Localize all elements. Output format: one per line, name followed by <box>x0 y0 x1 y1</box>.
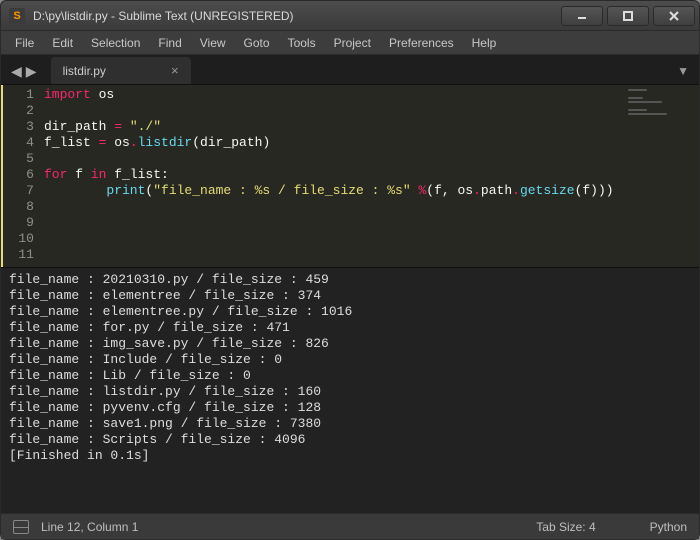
window-title: D:\py\listdir.py - Sublime Text (UNREGIS… <box>33 9 294 23</box>
line-number: 1 <box>3 87 34 103</box>
tab-nav: ◀ ▶ <box>5 63 45 84</box>
nav-back-icon[interactable]: ◀ <box>9 63 24 80</box>
line-number: 4 <box>3 135 34 151</box>
gutter: 1234567891011 <box>1 85 44 267</box>
output-line: file_name : elementree / file_size : 374 <box>9 288 691 304</box>
output-line: file_name : img_save.py / file_size : 82… <box>9 336 691 352</box>
app-icon-letter: S <box>13 10 20 22</box>
tabs-dropdown-icon[interactable]: ▼ <box>677 64 699 84</box>
line-number: 8 <box>3 199 34 215</box>
code-line[interactable] <box>44 103 614 119</box>
menu-find[interactable]: Find <box>150 34 189 52</box>
output-line: file_name : listdir.py / file_size : 160 <box>9 384 691 400</box>
menu-edit[interactable]: Edit <box>44 34 81 52</box>
output-line: file_name : Include / file_size : 0 <box>9 352 691 368</box>
output-line: file_name : elementree.py / file_size : … <box>9 304 691 320</box>
maximize-icon <box>622 10 634 22</box>
line-number: 5 <box>3 151 34 167</box>
code-area[interactable]: import os dir_path = "./"f_list = os.list… <box>44 85 622 267</box>
line-number: 6 <box>3 167 34 183</box>
menu-selection[interactable]: Selection <box>83 34 148 52</box>
output-line: file_name : for.py / file_size : 471 <box>9 320 691 336</box>
nav-forward-icon[interactable]: ▶ <box>24 63 39 80</box>
close-icon <box>668 10 680 22</box>
menu-project[interactable]: Project <box>326 34 379 52</box>
minimap[interactable] <box>622 85 699 267</box>
editor[interactable]: 1234567891011 import os dir_path = "./"f_… <box>1 85 699 267</box>
code-line[interactable] <box>44 151 614 167</box>
code-line[interactable] <box>44 199 614 215</box>
app-icon: S <box>9 8 25 24</box>
menu-tools[interactable]: Tools <box>280 34 324 52</box>
code-line[interactable] <box>44 231 614 247</box>
line-number: 7 <box>3 183 34 199</box>
tab-close-icon[interactable]: × <box>171 63 179 78</box>
line-number: 9 <box>3 215 34 231</box>
code-line[interactable]: f_list = os.listdir(dir_path) <box>44 135 614 151</box>
menu-goto[interactable]: Goto <box>236 34 278 52</box>
code-line[interactable] <box>44 215 614 231</box>
status-cursor[interactable]: Line 12, Column 1 <box>41 520 138 534</box>
tab-listdir[interactable]: listdir.py × <box>51 57 191 84</box>
panel-switcher-icon[interactable] <box>13 520 29 534</box>
output-panel[interactable]: file_name : 20210310.py / file_size : 45… <box>1 267 699 513</box>
maximize-button[interactable] <box>607 6 649 26</box>
status-indent[interactable]: Tab Size: 4 <box>536 520 595 534</box>
menu-help[interactable]: Help <box>464 34 505 52</box>
tab-label: listdir.py <box>63 64 106 78</box>
line-number: 3 <box>3 119 34 135</box>
titlebar[interactable]: S D:\py\listdir.py - Sublime Text (UNREG… <box>1 1 699 31</box>
line-number: 10 <box>3 231 34 247</box>
tab-row: ◀ ▶ listdir.py × ▼ <box>1 55 699 85</box>
code-line[interactable]: for f in f_list: <box>44 167 614 183</box>
close-button[interactable] <box>653 6 695 26</box>
minimize-button[interactable] <box>561 6 603 26</box>
line-number: 11 <box>3 247 34 263</box>
code-line[interactable] <box>44 247 614 263</box>
output-line: file_name : save1.png / file_size : 7380 <box>9 416 691 432</box>
statusbar: Line 12, Column 1 Tab Size: 4 Python <box>1 513 699 539</box>
code-line[interactable]: import os <box>44 87 614 103</box>
status-syntax[interactable]: Python <box>650 520 687 534</box>
menu-preferences[interactable]: Preferences <box>381 34 462 52</box>
minimize-icon <box>576 10 588 22</box>
code-line[interactable]: dir_path = "./" <box>44 119 614 135</box>
app-window: S D:\py\listdir.py - Sublime Text (UNREG… <box>0 0 700 540</box>
line-number: 2 <box>3 103 34 119</box>
output-line: file_name : Lib / file_size : 0 <box>9 368 691 384</box>
output-finished: [Finished in 0.1s] <box>9 448 691 464</box>
output-line: file_name : 20210310.py / file_size : 45… <box>9 272 691 288</box>
output-line: file_name : Scripts / file_size : 4096 <box>9 432 691 448</box>
code-line[interactable]: print("file_name : %s / file_size : %s" … <box>44 183 614 199</box>
menubar: FileEditSelectionFindViewGotoToolsProjec… <box>1 31 699 55</box>
output-line: file_name : pyvenv.cfg / file_size : 128 <box>9 400 691 416</box>
menu-file[interactable]: File <box>7 34 42 52</box>
menu-view[interactable]: View <box>192 34 234 52</box>
